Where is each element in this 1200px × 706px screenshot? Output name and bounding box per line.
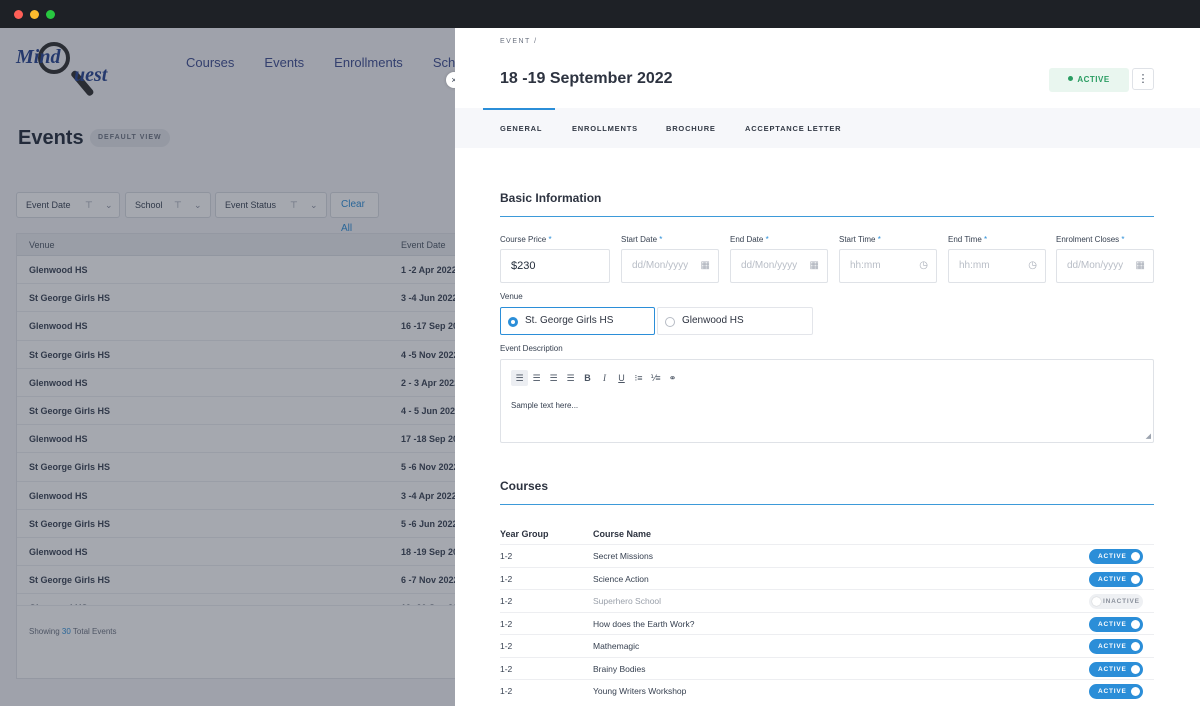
tab-brochure[interactable]: BROCHURE — [666, 124, 716, 133]
year-group-cell: 1-2 — [500, 573, 513, 584]
more-options-button[interactable]: ⋮ — [1132, 68, 1154, 90]
minimize-window-icon[interactable] — [30, 10, 39, 19]
toggle-knob — [1131, 664, 1140, 674]
toggle-knob — [1131, 619, 1140, 629]
year-group-cell: 1-2 — [500, 618, 513, 629]
column-header-year-group: Year Group — [500, 529, 549, 539]
course-status-toggle[interactable]: INACTIVE — [1089, 594, 1143, 609]
clock-icon[interactable]: ◷ — [919, 250, 928, 282]
course-row: 1-2 Science Action ACTIVE — [500, 566, 1154, 590]
venue-label: Venue — [500, 292, 523, 301]
course-row: 1-2 Superhero School INACTIVE — [500, 589, 1154, 612]
drawer-title: 18 -19 September 2022 — [500, 70, 673, 87]
breadcrumb[interactable]: EVENT / — [500, 38, 538, 45]
italic-icon[interactable]: I — [596, 370, 613, 386]
course-name-cell: Superhero School — [593, 596, 662, 606]
course-name-cell: Mathemagic — [593, 641, 640, 651]
tab-general[interactable]: GENERAL — [500, 124, 542, 133]
course-row: 1-2 Brainy Bodies ACTIVE — [500, 656, 1154, 680]
clock-icon[interactable]: ◷ — [1028, 250, 1037, 282]
course-row: 1-2 Mathemagic ACTIVE — [500, 634, 1154, 657]
start-date-label: Start Date * — [621, 235, 663, 244]
bulleted-list-icon[interactable]: ⁝≡ — [630, 370, 647, 386]
course-price-input[interactable]: $230 — [500, 249, 610, 283]
year-group-cell: 1-2 — [500, 663, 513, 674]
course-status-toggle[interactable]: ACTIVE — [1089, 549, 1143, 564]
course-row: 1-2 Secret Missions ACTIVE — [500, 544, 1154, 567]
toggle-knob — [1131, 574, 1140, 584]
course-status-toggle[interactable]: ACTIVE — [1089, 616, 1143, 632]
section-divider — [500, 504, 1154, 505]
active-tab-indicator — [483, 108, 555, 110]
status-dot-icon — [1068, 76, 1074, 81]
modal-backdrop[interactable] — [0, 28, 455, 706]
end-time-input[interactable]: hh:mm ◷ — [948, 249, 1046, 283]
window-titlebar — [0, 0, 1200, 28]
bold-icon[interactable]: B — [579, 370, 596, 386]
toggle-knob — [1131, 642, 1140, 651]
close-window-icon[interactable] — [14, 10, 23, 19]
tab-enrollments[interactable]: ENROLLMENTS — [572, 124, 638, 133]
year-group-cell: 1-2 — [500, 686, 513, 696]
course-name-cell: Young Writers Workshop — [593, 686, 687, 696]
start-time-input[interactable]: hh:mm ◷ — [839, 249, 937, 283]
course-row: 1-2 How does the Earth Work? ACTIVE — [500, 611, 1154, 635]
course-price-label: Course Price * — [500, 235, 552, 244]
course-status-toggle[interactable]: ACTIVE — [1089, 639, 1143, 654]
align-center-icon[interactable]: ☰ — [528, 370, 545, 386]
tab-acceptance-letter[interactable]: ACCEPTANCE LETTER — [745, 124, 841, 133]
resize-handle-icon[interactable]: ◢ — [1146, 432, 1151, 440]
course-name-cell: Brainy Bodies — [593, 663, 646, 674]
venue-option-st-george[interactable]: St. George Girls HS — [500, 307, 655, 335]
year-group-cell: 1-2 — [500, 596, 513, 606]
radio-unselected-icon — [665, 317, 675, 327]
column-header-course-name: Course Name — [593, 529, 652, 539]
editor-content[interactable]: Sample text here... — [511, 401, 578, 410]
toggle-knob — [1092, 597, 1101, 606]
enrolment-closes-input[interactable]: dd/Mon/yyyy ▦ — [1056, 249, 1154, 283]
toggle-knob — [1131, 687, 1140, 696]
toggle-knob — [1131, 552, 1140, 561]
course-status-toggle[interactable]: ACTIVE — [1089, 571, 1143, 587]
calendar-icon[interactable]: ▦ — [1136, 250, 1145, 282]
start-date-input[interactable]: dd/Mon/yyyy ▦ — [621, 249, 719, 283]
end-time-label: End Time * — [948, 235, 988, 244]
radio-selected-icon — [508, 317, 518, 327]
align-left-icon[interactable]: ☰ — [511, 370, 528, 386]
section-divider — [500, 216, 1154, 217]
course-status-toggle[interactable]: ACTIVE — [1089, 684, 1143, 699]
calendar-icon[interactable]: ▦ — [810, 250, 819, 282]
section-title-basic-information: Basic Information — [500, 191, 602, 205]
end-date-label: End Date * — [730, 235, 769, 244]
event-description-editor[interactable]: ☰ ☰ ☰ ☰ B I U ⁝≡ ⅟≡ ⚭ Sample text here..… — [500, 359, 1154, 443]
calendar-icon[interactable]: ▦ — [701, 250, 710, 282]
link-icon[interactable]: ⚭ — [664, 370, 681, 386]
numbered-list-icon[interactable]: ⅟≡ — [647, 370, 664, 386]
end-date-input[interactable]: dd/Mon/yyyy ▦ — [730, 249, 828, 283]
status-badge[interactable]: ACTIVE — [1049, 68, 1129, 92]
underline-icon[interactable]: U — [613, 370, 630, 386]
align-right-icon[interactable]: ☰ — [545, 370, 562, 386]
align-justify-icon[interactable]: ☰ — [562, 370, 579, 386]
maximize-window-icon[interactable] — [46, 10, 55, 19]
editor-toolbar: ☰ ☰ ☰ ☰ B I U ⁝≡ ⅟≡ ⚭ — [511, 370, 681, 386]
course-row: 1-2 Young Writers Workshop ACTIVE — [500, 679, 1154, 702]
enrolment-closes-label: Enrolment Closes * — [1056, 235, 1125, 244]
course-name-cell: Science Action — [593, 573, 649, 584]
year-group-cell: 1-2 — [500, 641, 513, 651]
venue-option-glenwood[interactable]: Glenwood HS — [657, 307, 813, 335]
event-drawer: EVENT / 18 -19 September 2022 ACTIVE ⋮ G… — [455, 28, 1200, 706]
year-group-cell: 1-2 — [500, 551, 513, 561]
event-description-label: Event Description — [500, 344, 563, 353]
course-name-cell: How does the Earth Work? — [593, 618, 695, 629]
start-time-label: Start Time * — [839, 235, 881, 244]
section-title-courses: Courses — [500, 479, 549, 493]
course-name-cell: Secret Missions — [593, 551, 653, 561]
course-status-toggle[interactable]: ACTIVE — [1089, 661, 1143, 677]
